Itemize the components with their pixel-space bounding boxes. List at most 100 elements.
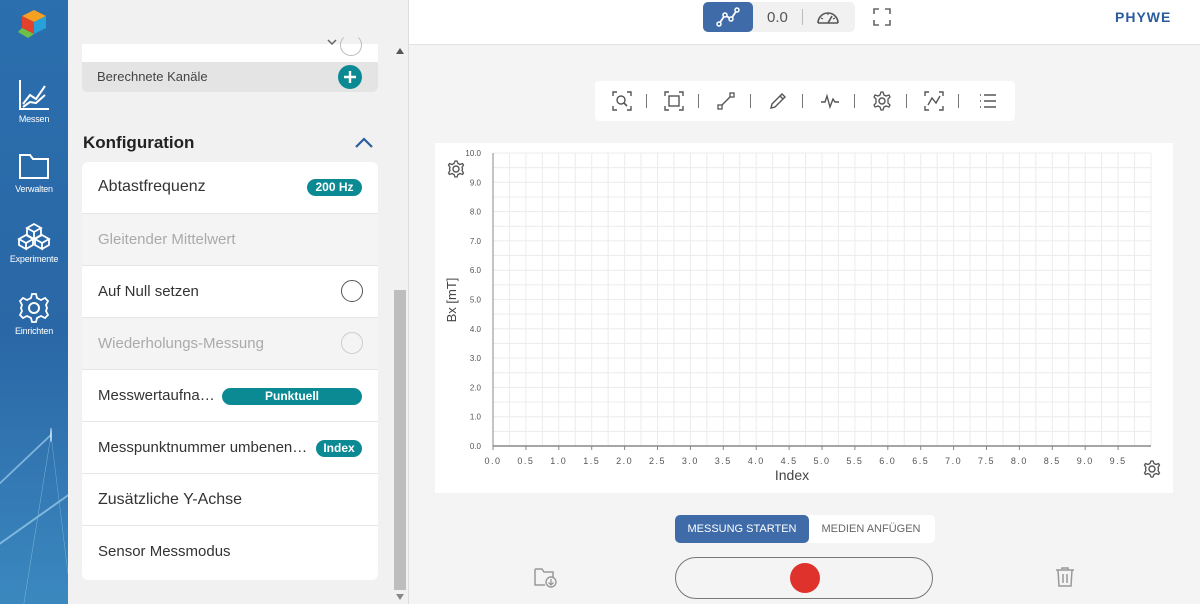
config-row-rename[interactable]: Messpunktnummer umbenen… Index: [82, 422, 378, 474]
view-switcher: 0.0: [703, 2, 855, 32]
nav-item-messen[interactable]: Messen: [0, 78, 68, 140]
x-tick-label: 1.5: [583, 456, 600, 466]
toolbar-divider: [802, 94, 803, 108]
config-row-label: Zusätzliche Y-Achse: [98, 491, 243, 508]
graph-view-icon: [716, 7, 740, 27]
toolbar-divider: [698, 94, 699, 108]
attach-media-button[interactable]: MEDIEN ANFÜGEN: [809, 515, 933, 543]
config-panel: Berechnete Kanäle Konfiguration Abtastfr…: [68, 0, 409, 604]
y-tick-label: 3.0: [470, 354, 482, 363]
curve-fit-icon[interactable]: [924, 91, 944, 111]
chart-canvas[interactable]: 0.0 0.5 1.0 1.5 2.0 2.5 3.0 3.5 4.0 4.5 5.0 5.5 6.0 6…: [435, 143, 1173, 493]
y-tick-label: 6.0: [470, 266, 482, 275]
y-tick-label: 8.0: [470, 208, 482, 217]
x-tick-label: 4.5: [781, 456, 798, 466]
top-bar: 0.0 PHYWE: [409, 0, 1200, 45]
nav-label: Einrichten: [14, 326, 54, 336]
scroll-down-icon[interactable]: [396, 594, 404, 600]
scrollbar-thumb[interactable]: [394, 290, 406, 590]
x-tick-label: 9.0: [1077, 456, 1094, 466]
config-row-zero[interactable]: Auf Null setzen: [82, 266, 378, 318]
y-tick-label: 10.0: [465, 149, 481, 158]
list-icon[interactable]: [978, 91, 998, 111]
toolbar-divider: [750, 94, 751, 108]
config-list: Abtastfrequenz 200 Hz Gleitender Mittelw…: [82, 162, 378, 580]
line-tool-icon[interactable]: [716, 91, 736, 111]
scroll-up-icon[interactable]: [396, 48, 404, 54]
y-tick-label: 7.0: [470, 237, 482, 246]
repeat-toggle: [341, 332, 363, 354]
x-tick-label: 3.5: [715, 456, 732, 466]
nav-item-einrichten[interactable]: Einrichten: [0, 292, 68, 354]
app-logo: [18, 10, 46, 38]
nav-item-experimente[interactable]: Experimente: [0, 222, 68, 284]
toolbar-divider: [906, 94, 907, 108]
y-tick-label: 5.0: [470, 296, 482, 305]
record-icon: [790, 563, 820, 593]
x-tick-label: 7.0: [945, 456, 962, 466]
x-tick-label: 5.0: [813, 456, 830, 466]
zero-toggle[interactable]: [341, 280, 363, 302]
chart-panel: 0.0 0.5 1.0 1.5 2.0 2.5 3.0 3.5 4.0 4.5 5.0 5.5 6.0 6…: [435, 143, 1173, 493]
x-tick-label: 4.0: [748, 456, 765, 466]
gauge-view-icon[interactable]: [815, 8, 841, 26]
config-row-sensor-mode[interactable]: Sensor Messmodus: [82, 526, 378, 578]
y-tick-label: 4.0: [470, 325, 482, 334]
toggle-circle[interactable]: [340, 34, 362, 56]
config-row-label: Messpunktnummer umbenen…: [98, 439, 308, 456]
config-row-sampling-rate[interactable]: Abtastfrequenz 200 Hz: [82, 162, 378, 214]
add-channel-button[interactable]: [338, 65, 362, 89]
y-tick-label: 1.0: [470, 413, 482, 422]
measurement-area: 0.0 0.5 1.0 1.5 2.0 2.5 3.0 3.5 4.0 4.5 5.0 5.5 6.0 6…: [409, 45, 1200, 604]
nav-label: Experimente: [9, 254, 59, 264]
x-tick-label: 2.0: [616, 456, 633, 466]
graph-view-button[interactable]: [703, 2, 753, 32]
folder-icon: [19, 154, 49, 179]
x-tick-label: 6.0: [879, 456, 896, 466]
config-row-label: Abtastfrequenz: [98, 178, 206, 195]
config-row-extra-y-axis[interactable]: Zusätzliche Y-Achse: [82, 474, 378, 526]
x-tick-label: 7.5: [978, 456, 995, 466]
record-button[interactable]: [675, 557, 933, 599]
settings-icon[interactable]: [872, 91, 892, 111]
digital-view-value[interactable]: 0.0: [767, 9, 788, 26]
config-title: Konfiguration: [83, 133, 195, 152]
acquisition-mode-badge[interactable]: Punktuell: [222, 388, 362, 405]
trash-icon[interactable]: [1055, 566, 1075, 588]
plus-icon: [344, 71, 356, 83]
x-tick-label: 1.0: [550, 456, 567, 466]
x-tick-label: 0.5: [517, 456, 534, 466]
config-row-repeat: Wiederholungs-Messung: [82, 318, 378, 370]
pencil-icon[interactable]: [768, 91, 788, 111]
config-row-acquisition[interactable]: Messwertaufna… Punktuell: [82, 370, 378, 422]
computed-channels-label: Berechnete Kanäle: [97, 69, 208, 84]
fit-view-icon[interactable]: [664, 91, 684, 111]
chevron-up-icon[interactable]: [354, 136, 374, 150]
computed-channels-row[interactable]: Berechnete Kanäle: [82, 62, 378, 92]
y-tick-label: 2.0: [470, 383, 482, 392]
config-row-label: Gleitender Mittelwert: [98, 231, 236, 248]
signal-icon[interactable]: [820, 91, 840, 111]
fullscreen-icon[interactable]: [872, 7, 892, 27]
start-measurement-button[interactable]: MESSUNG STARTEN: [675, 515, 809, 543]
save-folder-icon[interactable]: [533, 565, 559, 589]
x-tick-label: 8.0: [1011, 456, 1028, 466]
chart-toolbar: [595, 81, 1015, 121]
x-axis-settings-icon[interactable]: [1143, 460, 1161, 478]
x-tick-label: 9.5: [1110, 456, 1127, 466]
y-axis-settings-icon[interactable]: [447, 160, 465, 178]
config-row-label: Sensor Messmodus: [98, 543, 231, 560]
toolbar-divider: [958, 94, 959, 108]
brand-logo: PHYWE: [1115, 9, 1172, 25]
chevron-down-icon[interactable]: [326, 38, 338, 48]
nav-item-verwalten[interactable]: Verwalten: [0, 150, 68, 212]
line-chart-icon: [19, 80, 49, 110]
index-badge[interactable]: Index: [316, 440, 362, 457]
x-axis-label: Index: [775, 467, 809, 483]
zoom-search-icon[interactable]: [612, 91, 632, 111]
x-tick-label: 6.5: [912, 456, 929, 466]
y-tick-label: 9.0: [470, 178, 482, 187]
cubes-icon: [17, 222, 51, 251]
config-row-label: Messwertaufna…: [98, 387, 215, 404]
sampling-rate-badge[interactable]: 200 Hz: [307, 179, 362, 196]
